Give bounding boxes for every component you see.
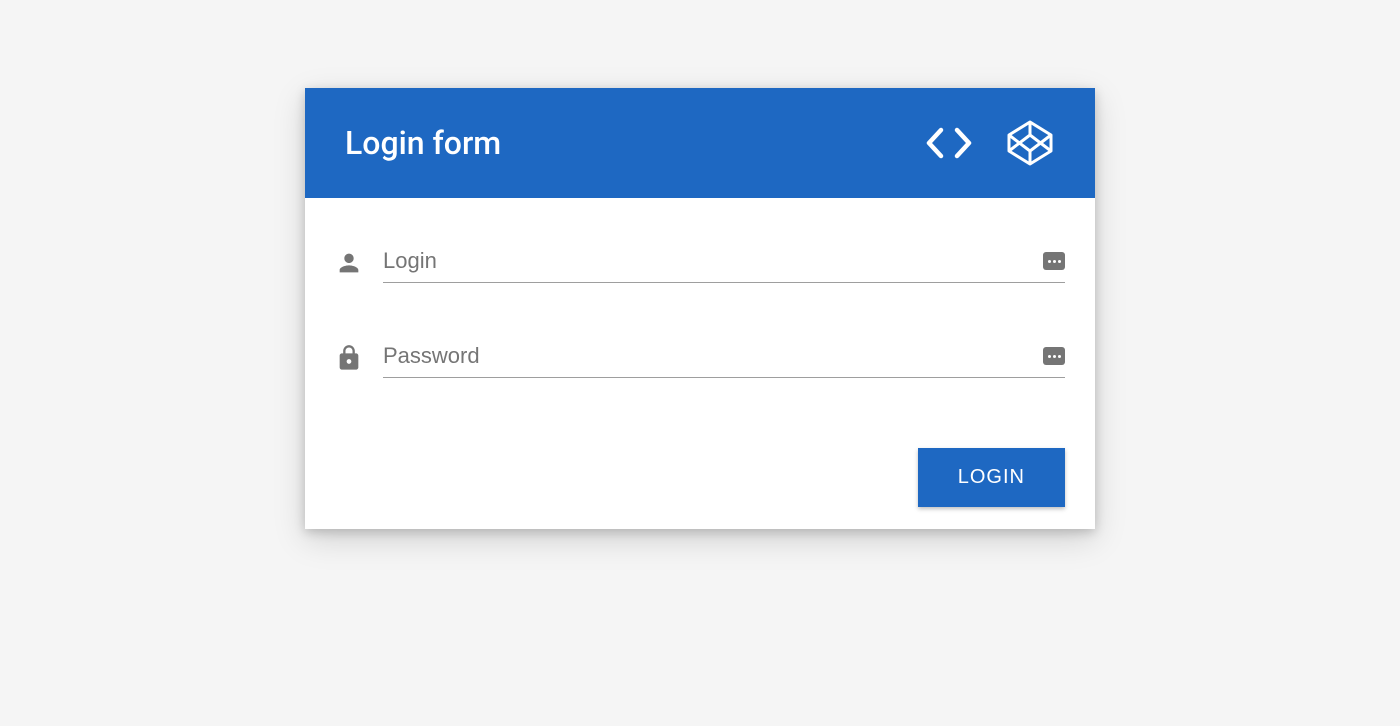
- autofill-icon[interactable]: [1043, 252, 1065, 270]
- login-input[interactable]: [383, 248, 1035, 274]
- password-field: [335, 343, 1065, 378]
- autofill-icon[interactable]: [1043, 347, 1065, 365]
- header-actions: [923, 118, 1055, 168]
- code-icon[interactable]: [923, 126, 975, 160]
- card-body: LOGIN: [305, 198, 1095, 529]
- login-card: Login form: [305, 88, 1095, 529]
- login-button[interactable]: LOGIN: [918, 448, 1065, 507]
- login-input-wrap: [383, 248, 1065, 283]
- card-actions: LOGIN: [335, 438, 1065, 507]
- card-header: Login form: [305, 88, 1095, 198]
- lock-icon: [335, 344, 363, 372]
- codepen-icon[interactable]: [1005, 118, 1055, 168]
- password-input[interactable]: [383, 343, 1035, 369]
- password-input-wrap: [383, 343, 1065, 378]
- login-field: [335, 248, 1065, 283]
- person-icon: [335, 249, 363, 277]
- card-title: Login form: [345, 124, 501, 162]
